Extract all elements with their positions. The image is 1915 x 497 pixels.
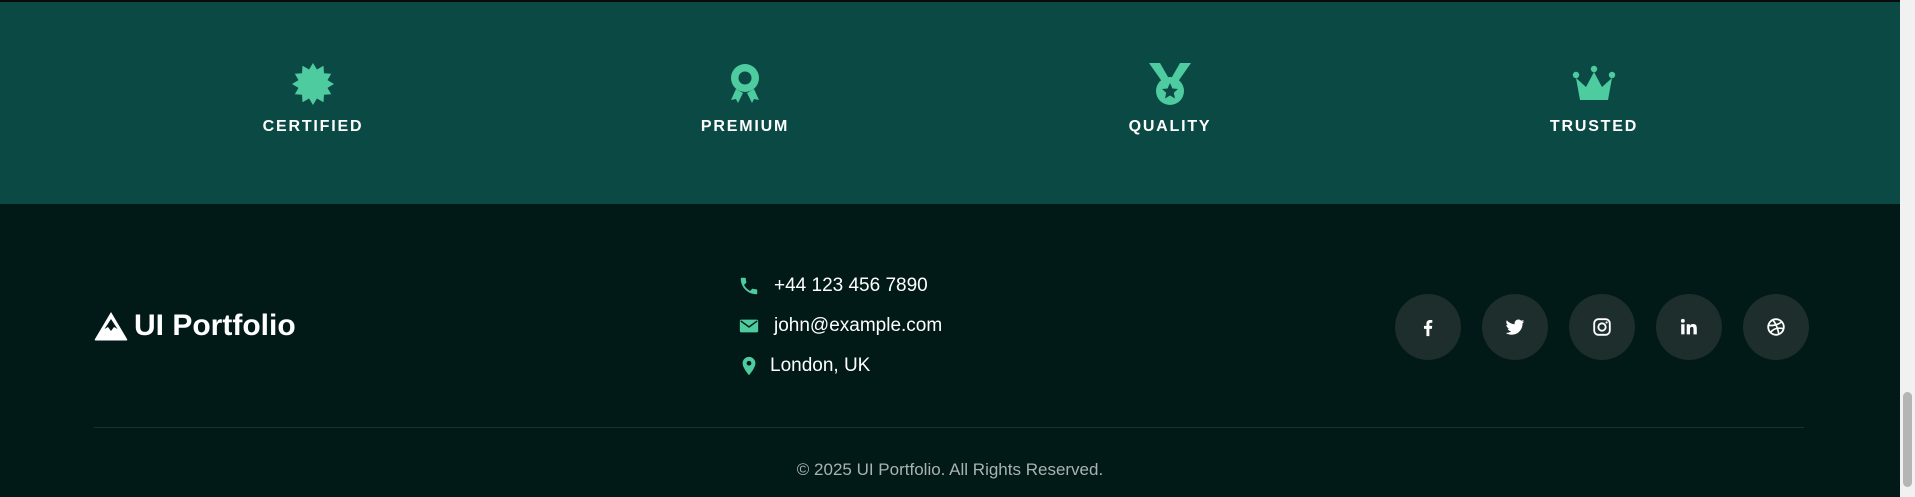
instagram-link[interactable] <box>1569 294 1635 360</box>
social-links <box>1395 294 1809 360</box>
map-pin-icon <box>742 356 756 376</box>
contact-phone[interactable]: +44 123 456 7890 <box>738 266 942 306</box>
brand-name: UI Portfolio <box>134 309 296 342</box>
mountain-logo-icon <box>94 312 128 341</box>
linkedin-icon <box>1680 318 1697 335</box>
contact-email[interactable]: john@example.com <box>738 306 942 346</box>
dribbble-icon <box>1767 318 1785 336</box>
badge-certified: CERTIFIED <box>203 62 423 136</box>
award-icon <box>731 64 759 103</box>
linkedin-link[interactable] <box>1656 294 1722 360</box>
location-text: London, UK <box>770 355 871 376</box>
badges-section: CERTIFIED PREMIUM QUALITY TRUSTED <box>0 2 1900 204</box>
scrollbar[interactable] <box>1900 0 1915 497</box>
badge-label: TRUSTED <box>1549 118 1639 135</box>
envelope-icon <box>739 319 759 333</box>
footer-divider <box>94 427 1804 428</box>
facebook-link[interactable] <box>1395 294 1461 360</box>
page: CERTIFIED PREMIUM QUALITY TRUSTED UI Por… <box>0 0 1900 497</box>
phone-icon <box>740 277 758 295</box>
contact-list: +44 123 456 7890 john@example.com London… <box>738 266 942 386</box>
crown-icon <box>1572 65 1616 100</box>
contact-location[interactable]: London, UK <box>738 346 942 386</box>
badge-quality: QUALITY <box>1060 62 1280 136</box>
instagram-icon <box>1593 318 1611 336</box>
facebook-icon <box>1423 319 1433 337</box>
badge-label: QUALITY <box>1128 118 1212 135</box>
footer: UI Portfolio +44 123 456 7890 john@examp… <box>0 204 1900 497</box>
badge-label: PREMIUM <box>700 118 790 135</box>
copyright-text: © 2025 UI Portfolio. All Rights Reserved… <box>796 460 1104 479</box>
medal-icon <box>1149 63 1191 105</box>
badge-premium: PREMIUM <box>635 62 855 136</box>
brand[interactable]: UI Portfolio <box>94 306 296 346</box>
twitter-icon <box>1505 319 1525 335</box>
twitter-link[interactable] <box>1482 294 1548 360</box>
badge-trusted: TRUSTED <box>1484 62 1704 136</box>
scrollbar-thumb[interactable] <box>1903 392 1912 487</box>
dribbble-link[interactable] <box>1743 294 1809 360</box>
email-text: john@example.com <box>774 315 943 336</box>
phone-text: +44 123 456 7890 <box>774 275 928 296</box>
certificate-icon <box>292 63 334 105</box>
badge-label: CERTIFIED <box>262 118 364 135</box>
